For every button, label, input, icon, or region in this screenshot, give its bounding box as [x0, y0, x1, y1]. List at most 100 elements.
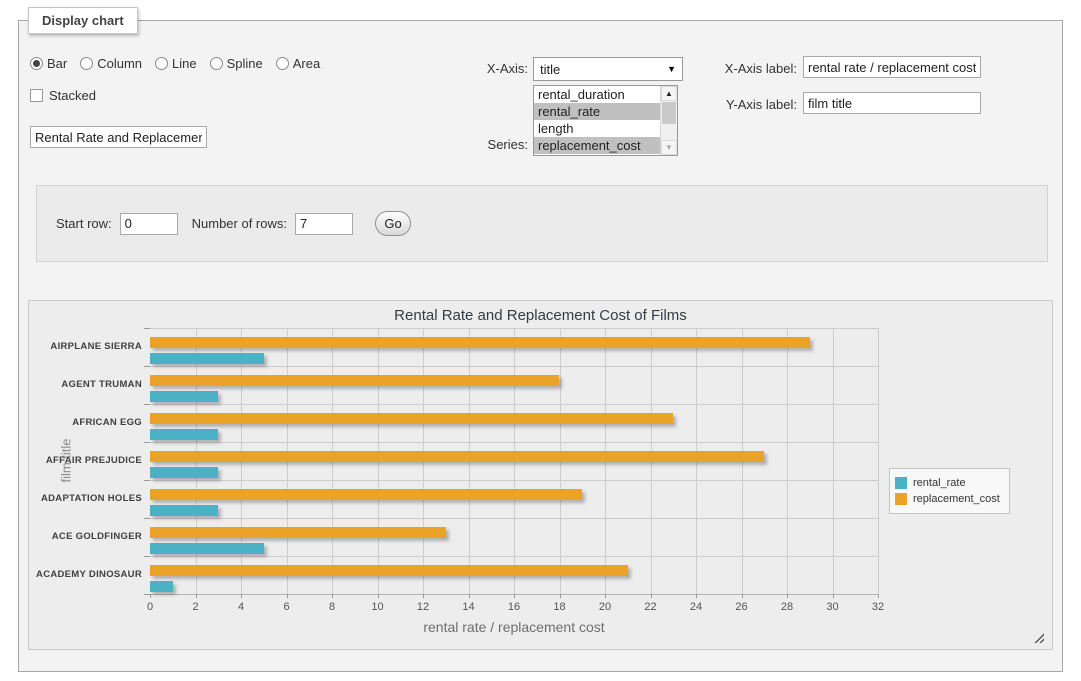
series-option[interactable]: length [534, 120, 660, 137]
x-tick-label: 28 [772, 601, 802, 613]
row-range-panel: Start row: Number of rows: Go [36, 185, 1048, 262]
start-row-input[interactable] [120, 213, 178, 235]
chart-type-line[interactable]: Line [155, 56, 197, 71]
gridline [150, 480, 878, 481]
chart-title: Rental Rate and Replacement Cost of Film… [29, 307, 1052, 324]
x-axis-tick [241, 594, 242, 598]
x-axis-tick [150, 594, 151, 598]
gridline [150, 366, 878, 367]
x-axis-tick [469, 594, 470, 598]
bar-replacement_cost [150, 565, 628, 576]
x-tick-label: 2 [181, 601, 211, 613]
checkbox-icon[interactable] [30, 89, 43, 102]
x-axis-label-input[interactable] [803, 56, 981, 78]
x-tick-label: 6 [272, 601, 302, 613]
chart-type-spline[interactable]: Spline [210, 56, 263, 71]
x-tick-label: 16 [499, 601, 529, 613]
chart-type-radio-group: Bar Column Line Spline Area [30, 56, 320, 71]
chevron-down-icon: ▼ [667, 64, 676, 74]
legend-swatch-icon [895, 493, 907, 505]
x-axis-caption: X-Axis: [428, 61, 528, 76]
chart-type-column[interactable]: Column [80, 56, 142, 71]
series-option[interactable]: rental_rate [534, 103, 660, 120]
resize-handle-icon[interactable] [1032, 631, 1044, 643]
chart-type-label: Spline [227, 56, 263, 71]
series-options-list: rental_durationrental_ratelengthreplacem… [534, 86, 660, 155]
legend-swatch-icon [895, 477, 907, 489]
y-axis-label-input[interactable] [803, 92, 981, 114]
bar-rental_rate [150, 543, 264, 554]
chart-title-input[interactable] [30, 126, 207, 148]
y-axis-tick [144, 556, 150, 557]
x-tick-label: 32 [863, 601, 893, 613]
bar-rental_rate [150, 353, 264, 364]
radio-icon[interactable] [80, 57, 93, 70]
x-axis-tick [514, 594, 515, 598]
category-label: ACADEMY DINOSAUR [29, 569, 142, 580]
bar-replacement_cost [150, 527, 446, 538]
x-axis-tick [787, 594, 788, 598]
x-tick-label: 26 [727, 601, 757, 613]
bar-rental_rate [150, 581, 173, 592]
legend-item: rental_rate [895, 476, 1000, 490]
gridline [150, 518, 878, 519]
x-axis-selected-value: title [540, 62, 560, 77]
bar-replacement_cost [150, 451, 764, 462]
x-tick-label: 30 [818, 601, 848, 613]
x-axis-tick [332, 594, 333, 598]
bar-replacement_cost [150, 413, 673, 424]
chart-type-label: Line [172, 56, 197, 71]
x-tick-label: 8 [317, 601, 347, 613]
gridline [833, 328, 834, 594]
x-tick-label: 18 [545, 601, 575, 613]
x-axis-label-caption: X-Axis label: [695, 61, 797, 76]
x-tick-label: 10 [363, 601, 393, 613]
gridline [150, 442, 878, 443]
x-axis-tick [696, 594, 697, 598]
scrollbar[interactable]: ▲ ▼ [660, 86, 677, 155]
bar-replacement_cost [150, 337, 810, 348]
radio-icon[interactable] [210, 57, 223, 70]
x-axis-tick [742, 594, 743, 598]
x-axis-tick [878, 594, 879, 598]
legend-item: replacement_cost [895, 492, 1000, 506]
series-multiselect[interactable]: rental_durationrental_ratelengthreplacem… [533, 85, 678, 156]
y-axis-tick [144, 366, 150, 367]
chart-type-bar[interactable]: Bar [30, 56, 67, 71]
category-label: ACE GOLDFINGER [29, 531, 142, 542]
radio-icon[interactable] [276, 57, 289, 70]
x-axis-tick [423, 594, 424, 598]
x-axis-select[interactable]: title ▼ [533, 57, 683, 81]
radio-icon[interactable] [30, 57, 43, 70]
num-rows-caption: Number of rows: [192, 216, 287, 231]
radio-icon[interactable] [155, 57, 168, 70]
go-button[interactable]: Go [375, 211, 411, 236]
legend-label: replacement_cost [913, 493, 1000, 505]
bar-replacement_cost [150, 489, 582, 500]
gridline [878, 328, 879, 594]
category-label: AIRPLANE SIERRA [29, 341, 142, 352]
category-label: AGENT TRUMAN [29, 379, 142, 390]
stacked-label: Stacked [49, 88, 96, 103]
x-axis-tick [287, 594, 288, 598]
x-tick-label: 12 [408, 601, 438, 613]
bar-rental_rate [150, 391, 218, 402]
y-axis-tick [144, 442, 150, 443]
num-rows-input[interactable] [295, 213, 353, 235]
scroll-up-icon[interactable]: ▲ [661, 86, 677, 101]
y-axis-label-caption: Y-Axis label: [695, 97, 797, 112]
chart-legend: rental_rate replacement_cost [889, 468, 1010, 514]
series-option[interactable]: replacement_cost [534, 137, 660, 154]
scroll-down-icon[interactable]: ▼ [661, 140, 677, 155]
stacked-checkbox-row[interactable]: Stacked [30, 88, 96, 103]
category-label: AFFAIR PREJUDICE [29, 455, 142, 466]
x-axis-tick [378, 594, 379, 598]
gridline [150, 404, 878, 405]
bar-rental_rate [150, 467, 218, 478]
x-tick-label: 24 [681, 601, 711, 613]
chart-type-area[interactable]: Area [276, 56, 320, 71]
chart-type-label: Column [97, 56, 142, 71]
gridline [787, 328, 788, 594]
series-option[interactable]: rental_duration [534, 86, 660, 103]
scrollbar-thumb[interactable] [662, 102, 676, 124]
